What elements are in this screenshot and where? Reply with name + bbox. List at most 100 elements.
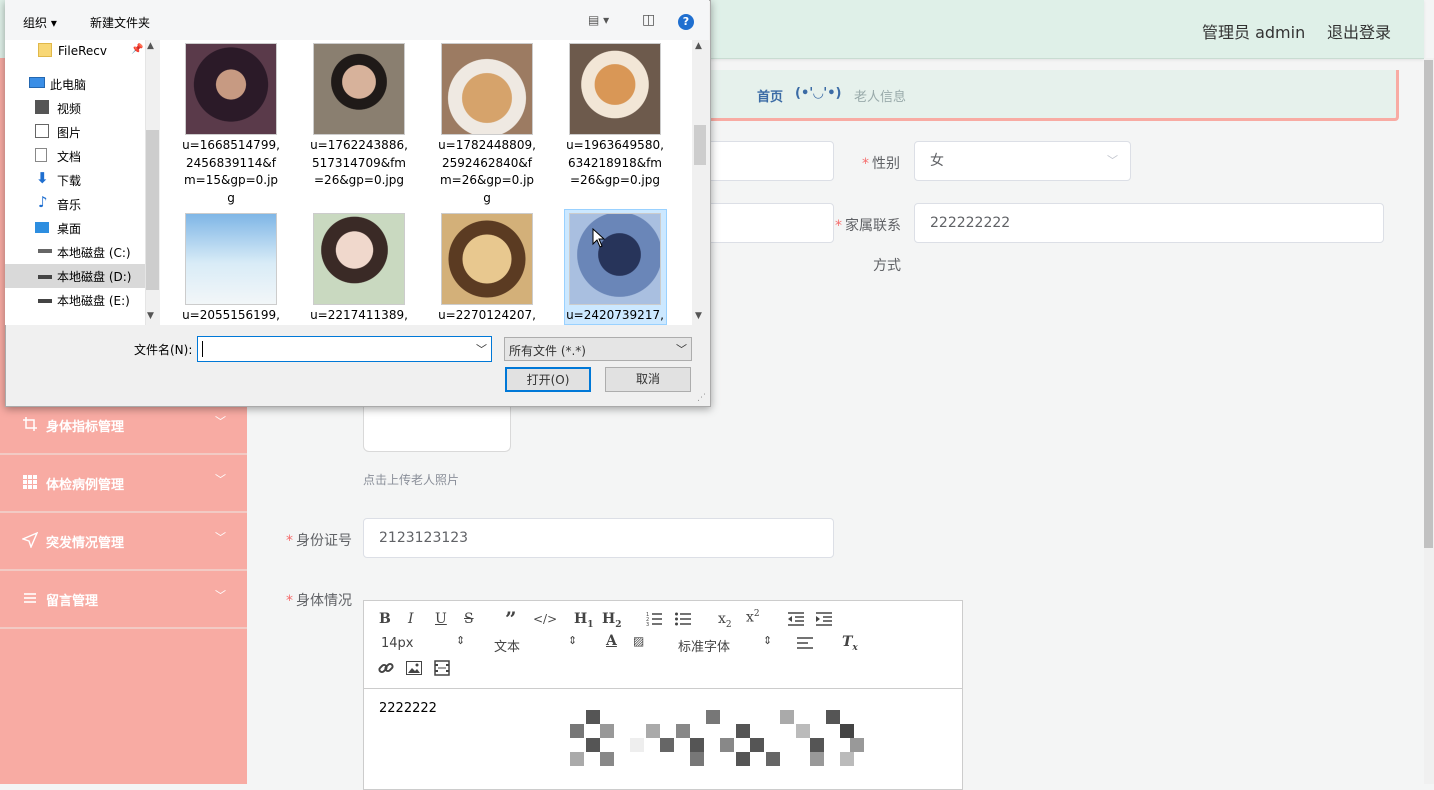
code-icon[interactable]: </>: [533, 612, 557, 626]
nav-item-videos[interactable]: 视频: [5, 96, 145, 120]
logout-link[interactable]: 退出登录: [1327, 19, 1391, 43]
pictures-icon: [35, 124, 49, 138]
sidebar-item-messages[interactable]: 留言管理 ﹀: [0, 571, 247, 629]
file-thumbnail[interactable]: [569, 43, 661, 135]
scroll-up-icon[interactable]: ▲: [695, 41, 702, 51]
nav-item-documents[interactable]: 文档: [5, 144, 145, 168]
view-options-icon[interactable]: ▤ ▾: [588, 13, 609, 27]
file-name[interactable]: u=2270124207,: [431, 307, 543, 325]
photo-hint: 点击上传老人照片: [363, 473, 460, 487]
chevron-down-icon: ﹀: [1107, 154, 1118, 167]
organize-button[interactable]: 组织 ▾: [23, 14, 57, 31]
file-thumbnail[interactable]: [185, 213, 277, 305]
sidebar-item-exam-cases[interactable]: 体检病例管理 ﹀: [0, 455, 247, 513]
file-name[interactable]: u=1782448809, 2592462840&f m=26&gp=0.jp g: [431, 137, 543, 207]
clear-format-icon[interactable]: Tx: [842, 634, 858, 653]
image-icon[interactable]: [406, 661, 422, 675]
chevron-down-icon[interactable]: ﹀: [476, 341, 487, 357]
contact-field[interactable]: [700, 203, 834, 243]
gender-select[interactable]: 女 ﹀: [914, 141, 1131, 181]
link-icon[interactable]: [378, 660, 394, 676]
heading2-icon[interactable]: H2: [602, 611, 622, 630]
drive-icon: [38, 275, 52, 279]
italic-icon[interactable]: I: [408, 611, 414, 627]
file-list-scrollbar-thumb[interactable]: [694, 125, 706, 165]
nav-item-drive-e[interactable]: 本地磁盘 (E:): [5, 288, 145, 312]
scroll-down-icon[interactable]: ▼: [147, 311, 154, 321]
nav-item-filerecv[interactable]: FileRecv 📌: [5, 40, 145, 64]
file-thumbnail[interactable]: [569, 213, 661, 305]
nav-scrollbar-thumb[interactable]: [146, 130, 159, 290]
scroll-down-icon[interactable]: ▼: [695, 311, 702, 321]
font-color-icon[interactable]: A: [606, 633, 617, 649]
resize-grip-icon[interactable]: ⋰: [697, 393, 706, 403]
file-name[interactable]: u=1963649580, 634218918&fm =26&gp=0.jpg: [559, 137, 671, 190]
name-field[interactable]: [700, 141, 834, 181]
breadcrumb-home[interactable]: 首页: [757, 86, 783, 105]
file-thumbnail[interactable]: [313, 43, 405, 135]
font-family-picker[interactable]: 标准字体: [678, 636, 730, 655]
admin-label: 管理员 admin: [1202, 23, 1306, 42]
font-size-picker[interactable]: 14px: [381, 636, 414, 651]
updown-icon: ⇕: [568, 634, 578, 647]
nav-item-pictures[interactable]: 图片: [5, 120, 145, 144]
superscript-icon[interactable]: x2: [746, 609, 760, 626]
bold-icon[interactable]: B: [379, 611, 391, 627]
heading1-icon[interactable]: H1: [574, 611, 594, 630]
underline-icon[interactable]: U: [435, 611, 447, 627]
nav-item-this-pc[interactable]: 此电脑: [5, 72, 145, 96]
photo-uploader[interactable]: [363, 404, 511, 452]
ordered-list-icon[interactable]: 123: [646, 612, 662, 626]
align-left-icon[interactable]: [797, 637, 813, 649]
preview-pane-icon[interactable]: ◫: [642, 12, 655, 28]
grid-icon: [23, 475, 37, 489]
file-name[interactable]: u=2420739217,: [559, 307, 671, 325]
svg-text:3: 3: [646, 622, 649, 626]
file-thumbnail[interactable]: [185, 43, 277, 135]
pin-icon: 📌: [131, 44, 144, 55]
page-scrollbar-thumb[interactable]: [1424, 60, 1433, 548]
nav-item-music[interactable]: ♪ 音乐: [5, 192, 145, 216]
file-name[interactable]: u=1668514799, 2456839114&f m=15&gp=0.jp g: [175, 137, 287, 207]
video-icon[interactable]: [434, 660, 450, 676]
file-thumbnail[interactable]: [441, 213, 533, 305]
music-icon: ♪: [38, 193, 48, 211]
nav-item-drive-c[interactable]: 本地磁盘 (C:): [5, 240, 145, 264]
blockquote-icon[interactable]: ”: [505, 607, 517, 631]
file-name[interactable]: u=1762243886, 517314709&fm =26&gp=0.jpg: [303, 137, 415, 190]
bullet-list-icon[interactable]: [675, 612, 691, 626]
family-contact-input[interactable]: 222222222: [914, 203, 1384, 243]
id-input[interactable]: 2123123123: [363, 518, 834, 558]
sidebar-item-label: 突发情况管理: [46, 536, 125, 551]
subscript-icon[interactable]: x2: [718, 611, 732, 630]
file-name[interactable]: u=2055156199,: [175, 307, 287, 325]
editor-content[interactable]: 2222222: [379, 701, 437, 716]
id-label: * 身份证号: [286, 533, 352, 549]
filename-input[interactable]: ﹀: [197, 336, 492, 362]
nav-item-drive-d[interactable]: 本地磁盘 (D:): [5, 264, 145, 288]
nav-item-desktop[interactable]: 桌面: [5, 216, 145, 240]
new-folder-button[interactable]: 新建文件夹: [90, 14, 150, 31]
file-list-scrollbar[interactable]: [692, 40, 708, 325]
desktop-icon: [35, 222, 49, 233]
indent-icon[interactable]: [816, 612, 832, 626]
file-thumbnail[interactable]: [441, 43, 533, 135]
file-type-select[interactable]: 所有文件 (*.*) ﹀: [504, 337, 692, 361]
cancel-button[interactable]: 取消: [605, 367, 691, 392]
crop-icon: [23, 417, 37, 431]
strike-icon[interactable]: S: [464, 611, 474, 627]
help-icon[interactable]: ?: [678, 14, 694, 30]
background-color-icon[interactable]: ▨: [633, 634, 644, 648]
sidebar-item-emergency[interactable]: 突发情况管理 ﹀: [0, 513, 247, 571]
file-name[interactable]: u=2217411389,: [303, 307, 415, 325]
nav-item-label: 视频: [57, 102, 82, 116]
scroll-up-icon[interactable]: ▲: [147, 41, 154, 51]
file-thumbnail[interactable]: [313, 213, 405, 305]
open-button[interactable]: 打开(O): [505, 367, 591, 392]
nav-item-downloads[interactable]: ⬇ 下载: [5, 168, 145, 192]
block-type-picker[interactable]: 文本: [494, 636, 520, 655]
computer-icon: [29, 77, 45, 88]
navigation-icon: [22, 532, 38, 548]
outdent-icon[interactable]: [788, 612, 804, 626]
nav-item-label: 此电脑: [50, 78, 87, 92]
